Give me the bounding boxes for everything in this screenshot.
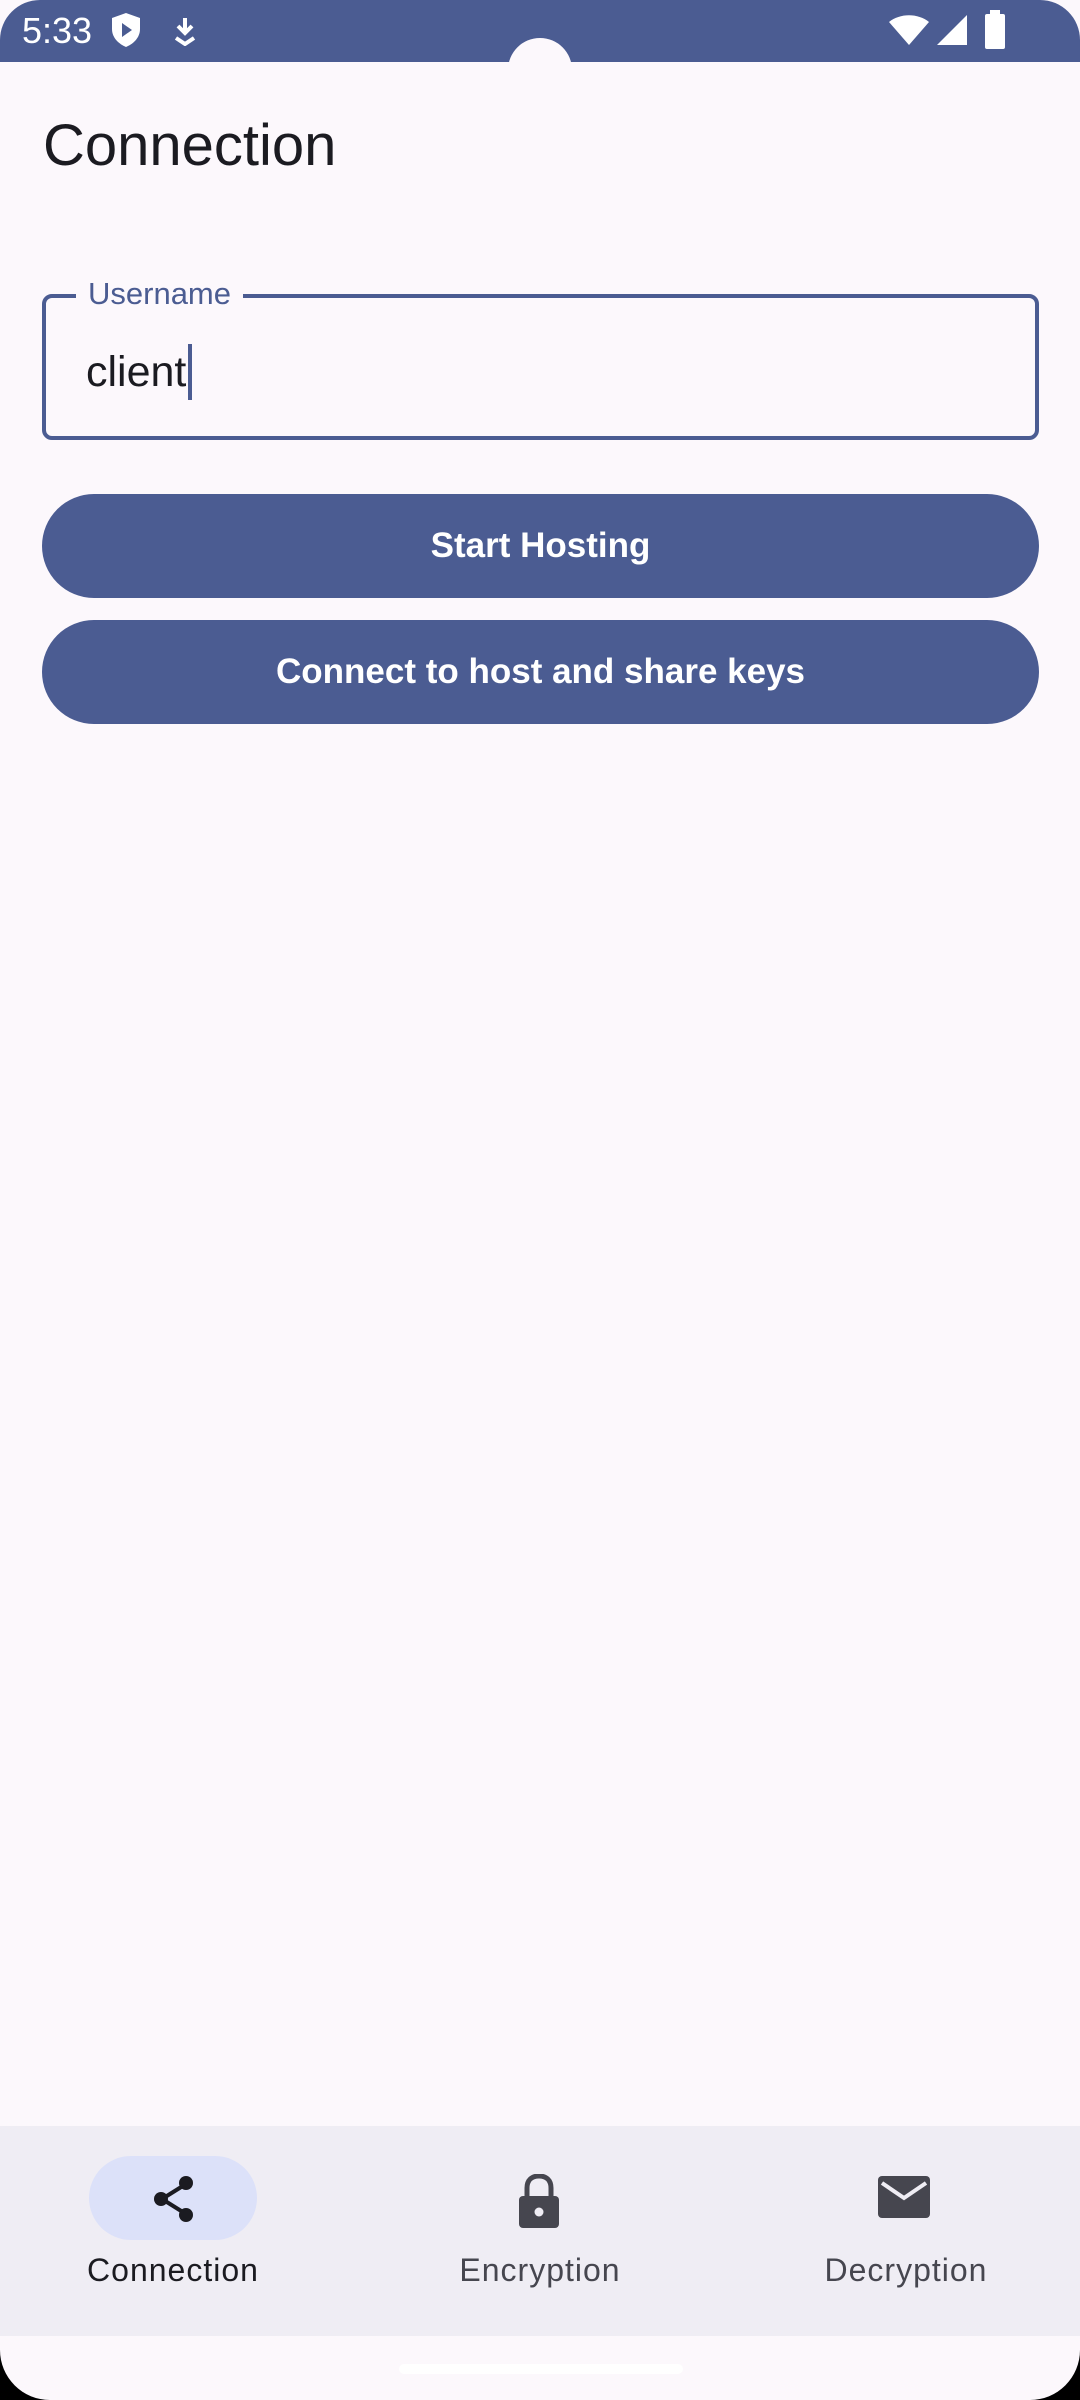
nav-label-encryption: Encryption [459, 2252, 621, 2288]
wifi-icon [888, 14, 930, 51]
bottom-navigation: Connection Encryption Decryption [0, 2126, 1080, 2336]
app-screen: 5:33 Connection Username client Start Ho… [0, 0, 1080, 2400]
nav-label-connection: Connection [87, 2252, 259, 2288]
nav-item-decryption[interactable]: Decryption [720, 2126, 1080, 2336]
page-title: Connection [43, 113, 337, 178]
camera-cutout [508, 38, 572, 102]
signal-icon [936, 14, 968, 51]
text-caret [188, 344, 193, 400]
status-time: 5:33 [22, 10, 93, 51]
username-input[interactable]: client [86, 344, 193, 400]
username-value: client [86, 347, 187, 396]
username-field[interactable]: Username client [42, 276, 1039, 440]
share-icon [149, 2174, 199, 2224]
shield-play-icon [110, 12, 142, 53]
battery-icon [984, 10, 1006, 55]
username-label: Username [76, 276, 243, 312]
lock-icon [514, 2173, 564, 2228]
gesture-handle[interactable] [399, 2364, 683, 2374]
download-icon [172, 16, 198, 51]
connect-share-keys-button[interactable]: Connect to host and share keys [42, 620, 1039, 724]
start-hosting-button[interactable]: Start Hosting [42, 494, 1039, 598]
nav-item-encryption[interactable]: Encryption [360, 2126, 720, 2336]
mail-icon [876, 2174, 930, 2224]
nav-item-connection[interactable]: Connection [0, 2126, 360, 2336]
nav-label-decryption: Decryption [824, 2252, 988, 2288]
